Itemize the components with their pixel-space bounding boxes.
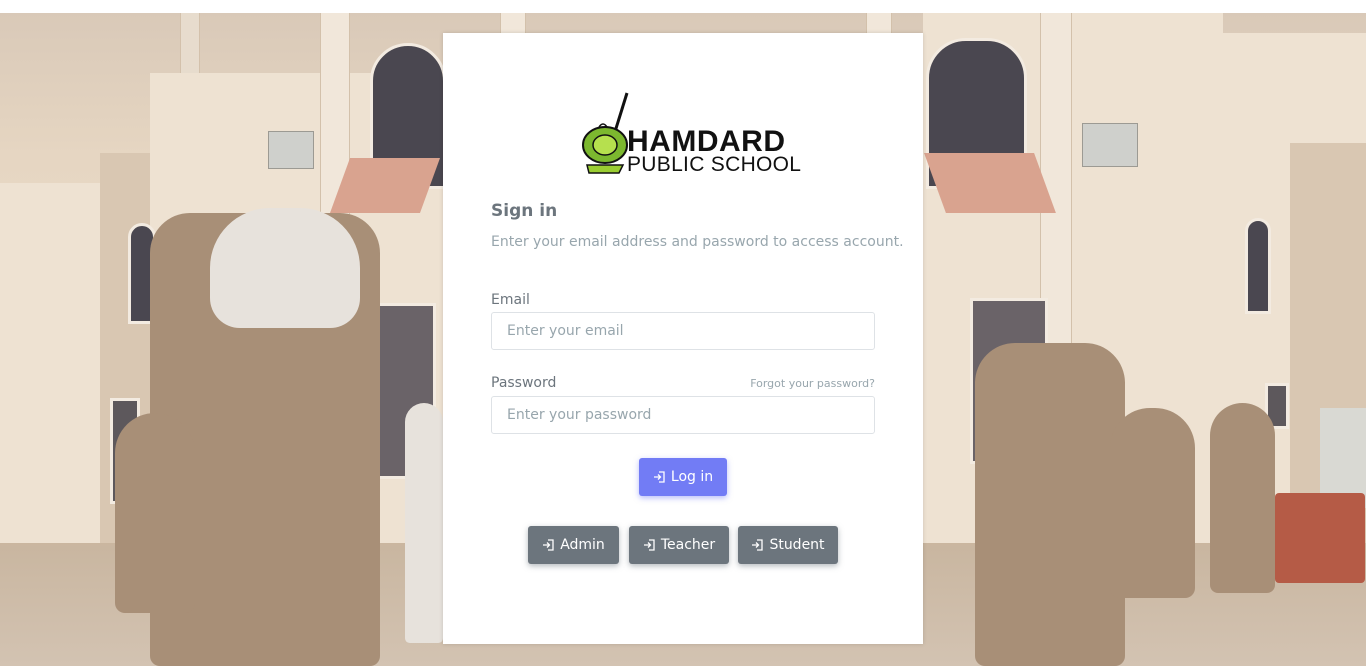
logo-subtitle: PUBLIC SCHOOL (627, 153, 802, 176)
teacher-button[interactable]: Teacher (629, 526, 729, 564)
forgot-password-link[interactable]: Forgot your password? (750, 377, 875, 390)
signin-subtitle: Enter your email address and password to… (491, 234, 904, 250)
student-button[interactable]: Student (738, 526, 838, 564)
browser-top-strip (0, 0, 1366, 14)
login-icon (643, 539, 655, 551)
admin-button[interactable]: Admin (528, 526, 619, 564)
email-input[interactable] (491, 312, 875, 350)
email-label: Email (491, 292, 530, 308)
login-card: HAMDARD PUBLIC SCHOOL Sign in Enter your… (443, 33, 923, 644)
signin-title: Sign in (491, 201, 558, 221)
admin-button-label: Admin (560, 537, 605, 553)
teacher-button-label: Teacher (660, 537, 716, 553)
login-button-label: Log in (670, 469, 714, 485)
login-icon (751, 539, 764, 551)
password-label: Password (491, 375, 557, 391)
password-input[interactable] (491, 396, 875, 434)
login-button[interactable]: Log in (639, 458, 727, 496)
login-icon (542, 539, 554, 551)
student-button-label: Student (769, 537, 825, 553)
login-icon (653, 471, 665, 483)
